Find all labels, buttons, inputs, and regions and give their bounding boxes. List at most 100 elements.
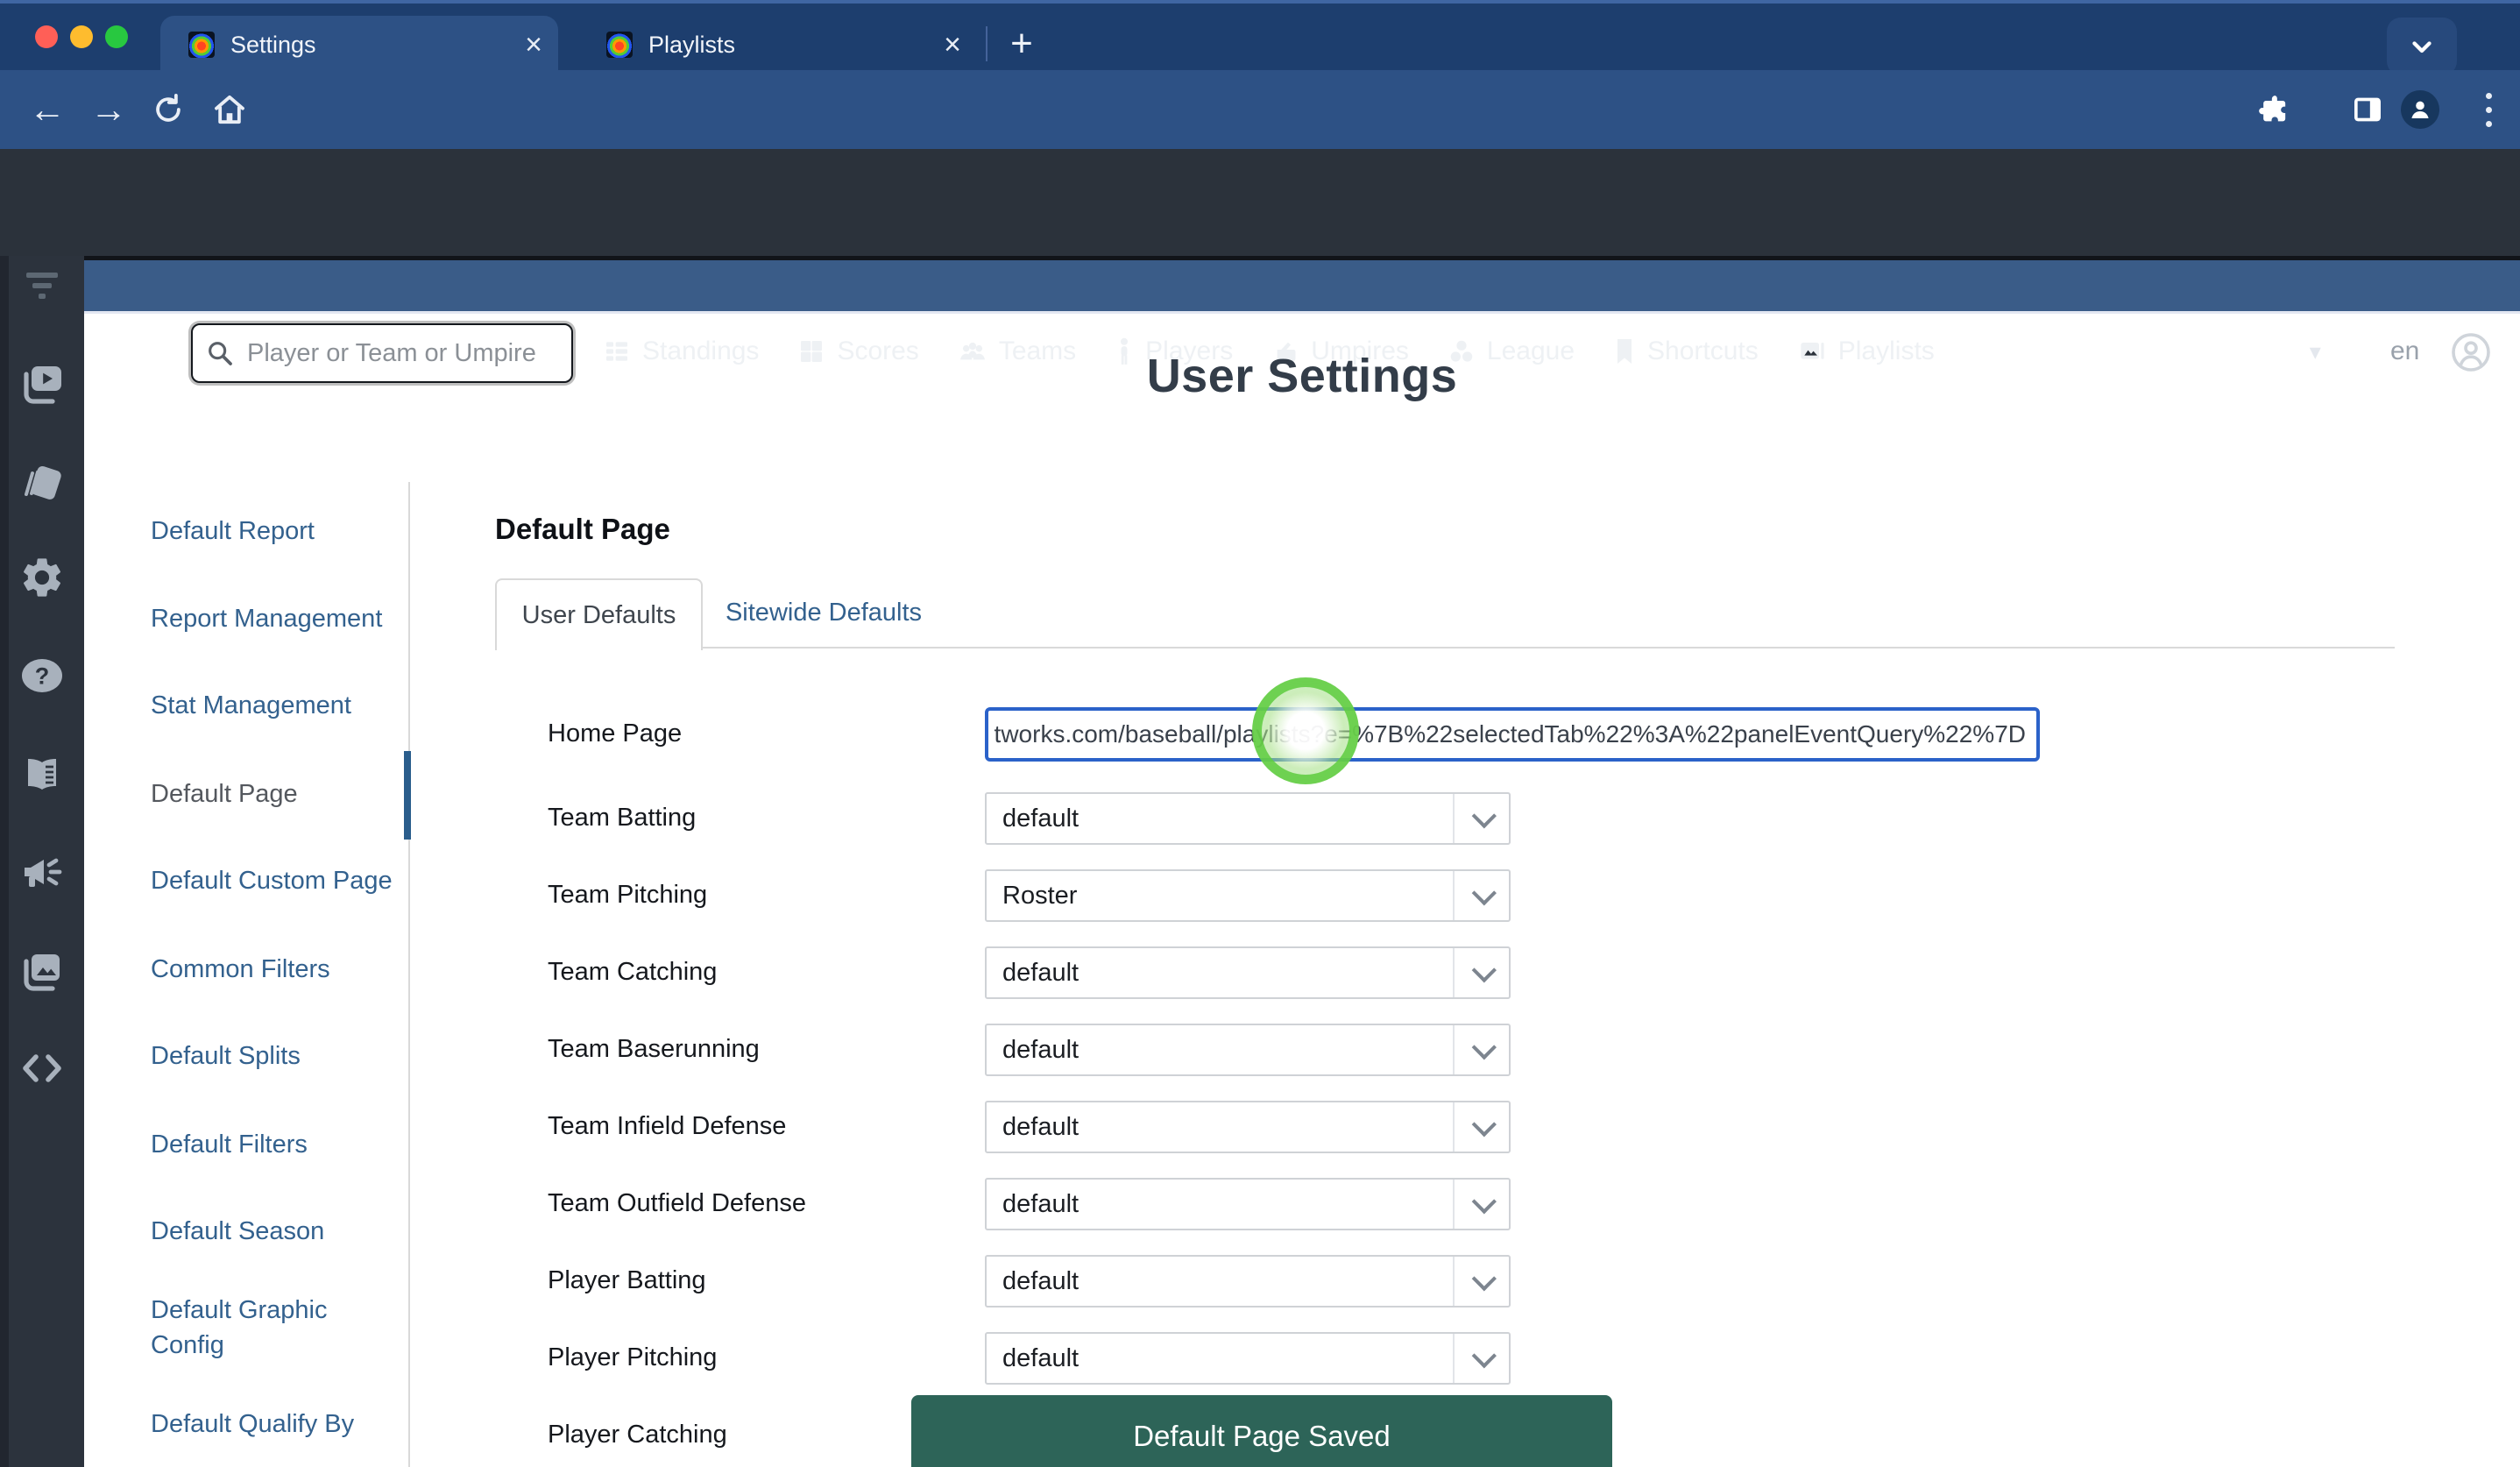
select-value: default xyxy=(1002,1344,1453,1373)
side-panel-button[interactable] xyxy=(2339,70,2396,149)
browser-toolbar: ← → mlbdemo.trumedianetworks.com/basebal… xyxy=(0,70,2520,149)
select-value: default xyxy=(1002,1113,1453,1142)
team-outfield-defense-select[interactable]: default xyxy=(985,1178,1511,1230)
settings-nav-default-custom-page[interactable]: Default Custom Page xyxy=(151,863,393,898)
toast-notification: Default Page Saved xyxy=(911,1395,1612,1467)
team-outfield-defense-label: Team Outfield Defense xyxy=(548,1189,806,1218)
tab-sitewide-defaults[interactable]: Sitewide Defaults xyxy=(718,578,929,647)
team-catching-label: Team Catching xyxy=(548,958,717,987)
close-icon[interactable]: × xyxy=(935,30,970,60)
team-catching-select[interactable]: default xyxy=(985,946,1511,999)
section-heading: Default Page xyxy=(495,513,670,546)
select-value: default xyxy=(1002,1036,1453,1065)
chevron-down-icon xyxy=(2407,32,2437,61)
team-pitching-select[interactable]: Roster xyxy=(985,869,1511,922)
select-value: default xyxy=(1002,804,1453,833)
kebab-dot xyxy=(2486,93,2492,99)
page-title: User Settings xyxy=(84,349,2520,403)
tab-title: Settings xyxy=(230,32,516,59)
puzzle-icon xyxy=(2255,92,2290,127)
player-batting-select[interactable]: default xyxy=(985,1255,1511,1308)
tab-search-button[interactable] xyxy=(2387,18,2457,75)
new-tab-button[interactable]: + xyxy=(999,21,1044,67)
home-page-input[interactable]: tworks.com/baseball/playlists?e=%7B%22se… xyxy=(985,707,2040,762)
team-batting-label: Team Batting xyxy=(548,804,696,833)
select-value: default xyxy=(1002,959,1453,988)
player-pitching-select[interactable]: default xyxy=(985,1332,1511,1385)
trumedia-favicon xyxy=(606,32,633,58)
settings-nav-default-graphic-config[interactable]: Default Graphic Config xyxy=(151,1293,393,1363)
back-button[interactable]: ← xyxy=(19,70,75,149)
settings-nav-active-indicator xyxy=(404,751,411,840)
browser-tab-settings[interactable]: Settings × xyxy=(160,16,558,74)
extensions-button[interactable] xyxy=(2245,70,2301,149)
select-value: default xyxy=(1002,1190,1453,1219)
home-button[interactable] xyxy=(202,70,258,149)
window-zoom-button[interactable] xyxy=(105,25,128,48)
help-icon[interactable]: ? xyxy=(0,656,84,696)
window-close-button[interactable] xyxy=(35,25,58,48)
team-infield-defense-label: Team Infield Defense xyxy=(548,1112,786,1141)
video-playlists-icon[interactable] xyxy=(0,361,84,407)
home-page-label: Home Page xyxy=(548,719,682,748)
settings-nav-default-qualify-by[interactable]: Default Qualify By xyxy=(151,1407,393,1442)
browser-tab-playlists[interactable]: Playlists × xyxy=(578,16,977,74)
player-pitching-label: Player Pitching xyxy=(548,1343,717,1372)
team-baserunning-label: Team Baserunning xyxy=(548,1035,760,1064)
tab-user-defaults[interactable]: User Defaults xyxy=(495,578,703,650)
player-batting-label: Player Batting xyxy=(548,1266,706,1295)
chevron-down-icon xyxy=(1453,1102,1509,1152)
browser-menu-button[interactable] xyxy=(2469,70,2508,149)
tab-title: Playlists xyxy=(648,32,935,59)
reload-icon xyxy=(152,93,185,126)
team-batting-select[interactable]: default xyxy=(985,792,1511,845)
home-icon xyxy=(212,92,247,127)
app-header: TRUMEDIA Standings xyxy=(0,149,2520,256)
player-catching-label: Player Catching xyxy=(548,1421,727,1449)
browser-tab-strip: Settings × Playlists × + xyxy=(0,0,2520,74)
forward-button[interactable]: → xyxy=(81,70,137,149)
home-page-value: tworks.com/baseball/playlists?e=%7B%22se… xyxy=(995,720,2026,748)
settings-nav-default-splits[interactable]: Default Splits xyxy=(151,1038,393,1074)
team-infield-defense-select[interactable]: default xyxy=(985,1101,1511,1153)
kebab-dot xyxy=(2486,121,2492,127)
settings-nav-report-management[interactable]: Report Management xyxy=(151,601,393,636)
team-baserunning-select[interactable]: default xyxy=(985,1024,1511,1076)
settings-nav-default-page[interactable]: Default Page xyxy=(151,776,393,811)
cards-icon[interactable] xyxy=(0,457,84,505)
close-icon[interactable]: × xyxy=(516,30,551,60)
side-panel-icon xyxy=(2350,92,2385,127)
chevron-down-icon xyxy=(1453,794,1509,843)
browser-profile-avatar[interactable] xyxy=(2401,90,2439,129)
chevron-down-icon xyxy=(1453,948,1509,997)
filter-icon[interactable] xyxy=(0,266,84,304)
toast-message: Default Page Saved xyxy=(1133,1420,1391,1453)
book-icon[interactable] xyxy=(0,754,84,796)
window-minimize-button[interactable] xyxy=(70,25,93,48)
code-icon[interactable] xyxy=(0,1048,84,1088)
chevron-down-icon xyxy=(1453,871,1509,920)
select-value: Roster xyxy=(1002,882,1453,911)
gallery-icon[interactable] xyxy=(0,948,84,994)
settings-nav-divider xyxy=(408,482,410,1467)
select-value: default xyxy=(1002,1267,1453,1296)
settings-nav-default-season[interactable]: Default Season xyxy=(151,1214,393,1249)
page-header-band xyxy=(84,256,2520,314)
settings-nav-default-filters[interactable]: Default Filters xyxy=(151,1127,393,1162)
person-icon xyxy=(2406,96,2434,124)
chevron-down-icon xyxy=(1453,1180,1509,1229)
chevron-down-icon xyxy=(1453,1025,1509,1074)
click-highlight-ring xyxy=(1252,677,1359,784)
megaphone-icon[interactable] xyxy=(0,848,84,896)
tab-divider xyxy=(986,26,987,61)
settings-nav-common-filters[interactable]: Common Filters xyxy=(151,952,393,987)
reload-button[interactable] xyxy=(140,70,196,149)
screen: Settings × Playlists × + ← → xyxy=(0,0,2520,1467)
chevron-down-icon xyxy=(1453,1257,1509,1306)
team-pitching-label: Team Pitching xyxy=(548,881,707,910)
svg-text:?: ? xyxy=(35,663,50,689)
gear-icon[interactable] xyxy=(0,554,84,601)
settings-nav-default-report[interactable]: Default Report xyxy=(151,514,393,549)
settings-nav-stat-management[interactable]: Stat Management xyxy=(151,688,393,723)
tabs-bottom-border xyxy=(495,647,2395,648)
